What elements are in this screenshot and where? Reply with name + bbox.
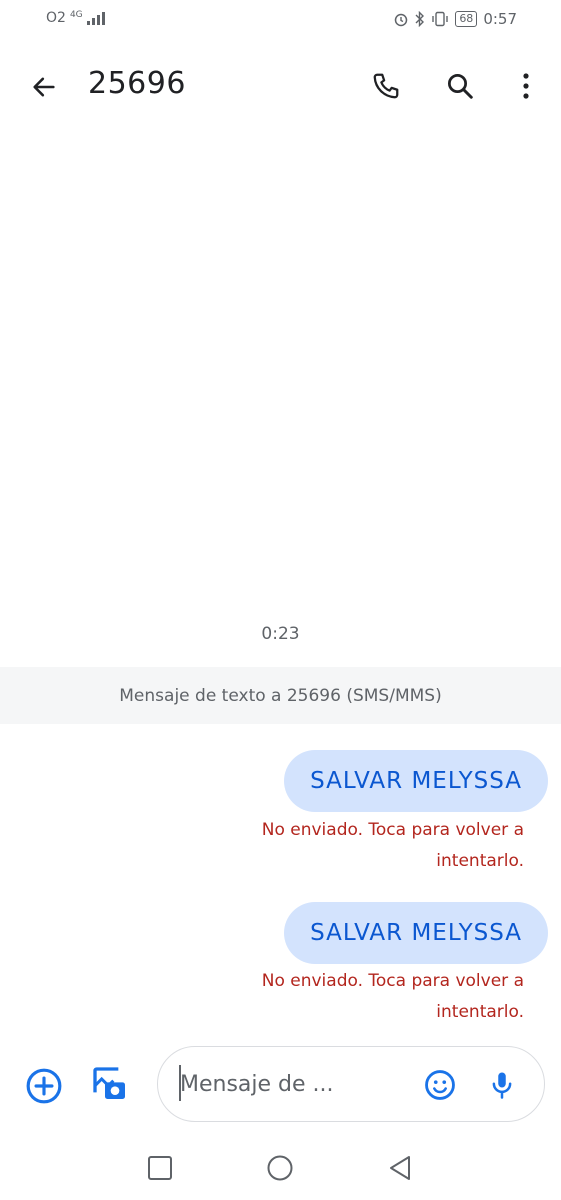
- bluetooth-icon: [415, 11, 425, 27]
- vibrate-icon: [432, 11, 449, 27]
- emoji-icon: [425, 1070, 455, 1100]
- microphone-icon: [492, 1072, 512, 1099]
- message-input[interactable]: [180, 1065, 410, 1103]
- message-error-line: No enviado. Toca para volver a: [261, 971, 524, 991]
- gallery-camera-button[interactable]: [90, 1064, 130, 1104]
- alarm-icon: [395, 13, 408, 27]
- compose-field[interactable]: [157, 1046, 545, 1122]
- more-vert-icon: [523, 73, 529, 99]
- search-button[interactable]: [440, 66, 480, 106]
- message-error-line: intentarlo.: [436, 1002, 524, 1022]
- status-time: 0:57: [483, 10, 517, 28]
- phone-icon: [373, 73, 399, 99]
- status-bar-right: 68 0:57: [393, 10, 517, 28]
- message-error[interactable]: No enviado. Toca para volver a intentarl…: [144, 966, 524, 1028]
- back-nav-button[interactable]: [380, 1148, 420, 1188]
- recents-button[interactable]: [140, 1148, 180, 1188]
- battery-icon: 68: [455, 11, 478, 27]
- back-arrow-icon: [33, 77, 55, 97]
- message-error-line: intentarlo.: [436, 851, 524, 871]
- network-label: 4G: [69, 10, 83, 20]
- more-options-button[interactable]: [506, 66, 546, 106]
- circle-icon: [267, 1155, 293, 1181]
- signal-icon: [86, 11, 105, 25]
- conversation-title: 25696: [88, 66, 186, 101]
- message-bubble[interactable]: SALVAR MELYSSA: [284, 750, 548, 812]
- sms-info-banner: Mensaje de texto a 25696 (SMS/MMS): [0, 667, 561, 724]
- add-circle-icon: [26, 1068, 62, 1104]
- call-button[interactable]: [366, 66, 406, 106]
- gallery-camera-icon: [93, 1067, 125, 1099]
- status-bar-left: O2 4G: [46, 10, 105, 26]
- message-error[interactable]: No enviado. Toca para volver a intentarl…: [144, 815, 524, 877]
- voice-input-button[interactable]: [482, 1065, 522, 1105]
- home-button[interactable]: [260, 1148, 300, 1188]
- add-attachment-button[interactable]: [24, 1066, 64, 1106]
- message-bubble[interactable]: SALVAR MELYSSA: [284, 902, 548, 964]
- message-timestamp: 0:23: [261, 624, 300, 644]
- message-error-line: No enviado. Toca para volver a: [261, 820, 524, 840]
- carrier-label: O2: [46, 10, 66, 26]
- triangle-back-icon: [390, 1156, 410, 1180]
- back-button[interactable]: [24, 67, 64, 107]
- search-icon: [448, 74, 473, 99]
- emoji-button[interactable]: [420, 1065, 460, 1105]
- square-icon: [148, 1156, 172, 1180]
